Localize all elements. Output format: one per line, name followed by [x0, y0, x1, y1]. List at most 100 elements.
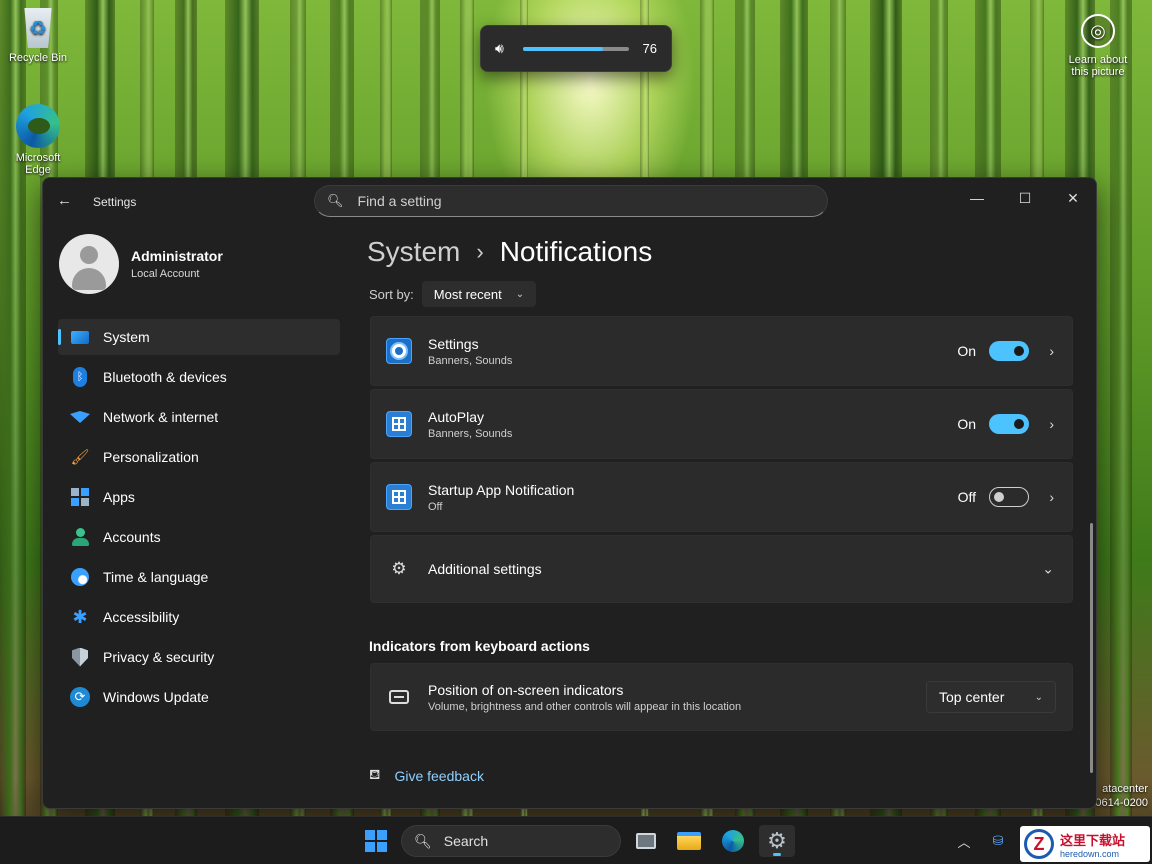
- indicator-position-row: Position of on-screen indicators Volume,…: [370, 663, 1073, 731]
- settings-window: ← Settings 🔍︎ — ☐ ✕ Administrator Local …: [42, 177, 1097, 809]
- taskbar-search[interactable]: 🔍︎ Search: [401, 825, 621, 857]
- toggle-state-label: On: [957, 416, 976, 432]
- taskbar: 🔍︎ Search ⚙ ︿ ⛁: [0, 816, 1152, 864]
- sidebar-item-label: Windows Update: [103, 689, 209, 705]
- corner-text-line1: atacenter: [1102, 783, 1148, 795]
- sidebar-item-accessibility[interactable]: ✱ Accessibility: [58, 599, 340, 635]
- gears-icon: ⚙: [391, 559, 407, 578]
- search-icon: 🔍︎: [414, 832, 432, 849]
- volume-flyout: 🔊︎ 76: [480, 25, 672, 72]
- indicator-title: Position of on-screen indicators: [428, 682, 624, 698]
- chevron-down-icon: ⌄: [515, 288, 525, 300]
- sidebar-item-privacy[interactable]: Privacy & security: [58, 639, 340, 675]
- notification-row-settings[interactable]: Settings Banners, Sounds On ›: [370, 316, 1073, 386]
- sidebar-item-label: Personalization: [103, 449, 199, 465]
- notification-row-startup[interactable]: Startup App Notification Off Off ›: [370, 462, 1073, 532]
- tray-app-button[interactable]: ⛁: [980, 825, 1016, 857]
- sidebar-item-label: Apps: [103, 489, 135, 505]
- camera-icon: ◎: [1081, 14, 1115, 48]
- sidebar-item-label: Bluetooth & devices: [103, 369, 227, 385]
- search-icon: 🔍︎: [327, 193, 344, 208]
- sidebar-item-apps[interactable]: Apps: [58, 479, 340, 515]
- file-explorer-button[interactable]: [671, 825, 707, 857]
- watermark-line1: 这里下载站: [1060, 833, 1126, 849]
- desktop-watermark-text: atacenter 0614-0200: [1095, 782, 1148, 810]
- volume-value: 76: [642, 41, 657, 56]
- section-title: Indicators from keyboard actions: [369, 638, 590, 654]
- chevron-down-icon[interactable]: ⌄: [1042, 561, 1054, 578]
- minimize-button[interactable]: —: [954, 184, 1000, 212]
- indicator-position-dropdown[interactable]: Top center ⌄: [926, 681, 1056, 713]
- sidebar-nav: System ᛒ Bluetooth & devices Network & i…: [58, 319, 340, 719]
- sort-value: Most recent: [433, 286, 502, 302]
- app-title: Settings: [93, 195, 137, 209]
- app-name: Settings: [428, 336, 479, 352]
- sidebar-item-network[interactable]: Network & internet: [58, 399, 340, 435]
- sidebar-item-windows-update[interactable]: ⟳ Windows Update: [58, 679, 340, 715]
- sidebar-item-system[interactable]: System: [58, 319, 340, 355]
- sidebar-item-personalization[interactable]: 🖌︎ Personalization: [58, 439, 340, 475]
- volume-slider[interactable]: [523, 46, 629, 51]
- additional-settings-label: Additional settings: [428, 561, 542, 577]
- watermark-logo: Z: [1024, 829, 1054, 859]
- chevron-right-icon[interactable]: ›: [1049, 489, 1054, 505]
- edge-shortcut[interactable]: Microsoft Edge: [2, 104, 74, 176]
- show-hidden-icons-button[interactable]: ︿: [946, 825, 982, 857]
- settings-icon: ⚙: [767, 828, 787, 853]
- app-name: AutoPlay: [428, 409, 485, 425]
- notification-toggle[interactable]: [989, 414, 1029, 434]
- tray-app-icon: ⛁: [992, 833, 1004, 848]
- maximize-button[interactable]: ☐: [1002, 184, 1048, 212]
- monitor-icon: [70, 327, 90, 347]
- app-subtitle: Banners, Sounds: [428, 428, 513, 440]
- apps-icon: [70, 487, 90, 507]
- search-box[interactable]: 🔍︎: [314, 185, 828, 217]
- recycle-bin-shortcut[interactable]: ♻ Recycle Bin: [2, 8, 74, 64]
- notification-toggle[interactable]: [989, 487, 1029, 507]
- bluetooth-icon: ᛒ: [70, 367, 90, 387]
- corner-text-line2: 0614-0200: [1095, 797, 1148, 809]
- chevron-right-icon: ›: [476, 239, 484, 264]
- edge-taskbar-button[interactable]: [715, 825, 751, 857]
- sidebar-item-label: Network & internet: [103, 409, 219, 425]
- profile-account-type: Local Account: [131, 268, 200, 280]
- speaker-icon[interactable]: 🔊︎: [495, 40, 523, 57]
- app-subtitle: Banners, Sounds: [428, 355, 513, 367]
- indicator-description: Volume, brightness and other controls wi…: [428, 701, 742, 713]
- globe-clock-icon: [70, 567, 90, 587]
- chevron-up-icon: ︿: [957, 834, 971, 850]
- notification-toggle[interactable]: [989, 341, 1029, 361]
- breadcrumb: System › Notifications: [367, 236, 652, 268]
- chevron-right-icon[interactable]: ›: [1049, 343, 1054, 359]
- notification-row-autoplay[interactable]: AutoPlay Banners, Sounds On ›: [370, 389, 1073, 459]
- sidebar-item-time-language[interactable]: Time & language: [58, 559, 340, 595]
- sort-dropdown[interactable]: Most recent ⌄: [421, 281, 537, 307]
- back-arrow-icon[interactable]: ←: [57, 192, 72, 209]
- app-subtitle: Off: [428, 501, 443, 513]
- give-feedback-link[interactable]: ⛾ Give feedback: [369, 766, 484, 785]
- chevron-right-icon[interactable]: ›: [1049, 416, 1054, 432]
- sidebar-item-label: Accounts: [103, 529, 161, 545]
- user-profile[interactable]: Administrator Local Account: [59, 234, 223, 294]
- site-watermark: Z 这里下载站 heredown.com: [1020, 826, 1150, 862]
- sidebar-item-accounts[interactable]: Accounts: [58, 519, 340, 555]
- sidebar-item-label: System: [103, 329, 150, 345]
- additional-settings-row[interactable]: ⚙ Additional settings ⌄: [370, 535, 1073, 603]
- start-button[interactable]: [358, 825, 394, 857]
- sidebar-item-bluetooth[interactable]: ᛒ Bluetooth & devices: [58, 359, 340, 395]
- edge-icon: [16, 104, 60, 148]
- update-icon: ⟳: [70, 687, 90, 707]
- breadcrumb-parent[interactable]: System: [367, 236, 460, 268]
- scrollbar[interactable]: [1090, 523, 1093, 773]
- task-view-button[interactable]: [628, 825, 664, 857]
- startup-app-icon: [386, 484, 412, 510]
- learn-about-picture[interactable]: ◎ Learn about this picture: [1058, 14, 1138, 78]
- start-icon: [365, 830, 387, 852]
- brush-icon: 🖌︎: [70, 449, 90, 466]
- search-input[interactable]: [357, 193, 758, 209]
- feedback-icon: ⛾: [369, 766, 381, 782]
- settings-taskbar-button[interactable]: ⚙: [759, 825, 795, 857]
- edge-icon: [722, 830, 744, 852]
- close-button[interactable]: ✕: [1050, 184, 1096, 212]
- sidebar-item-label: Time & language: [103, 569, 209, 585]
